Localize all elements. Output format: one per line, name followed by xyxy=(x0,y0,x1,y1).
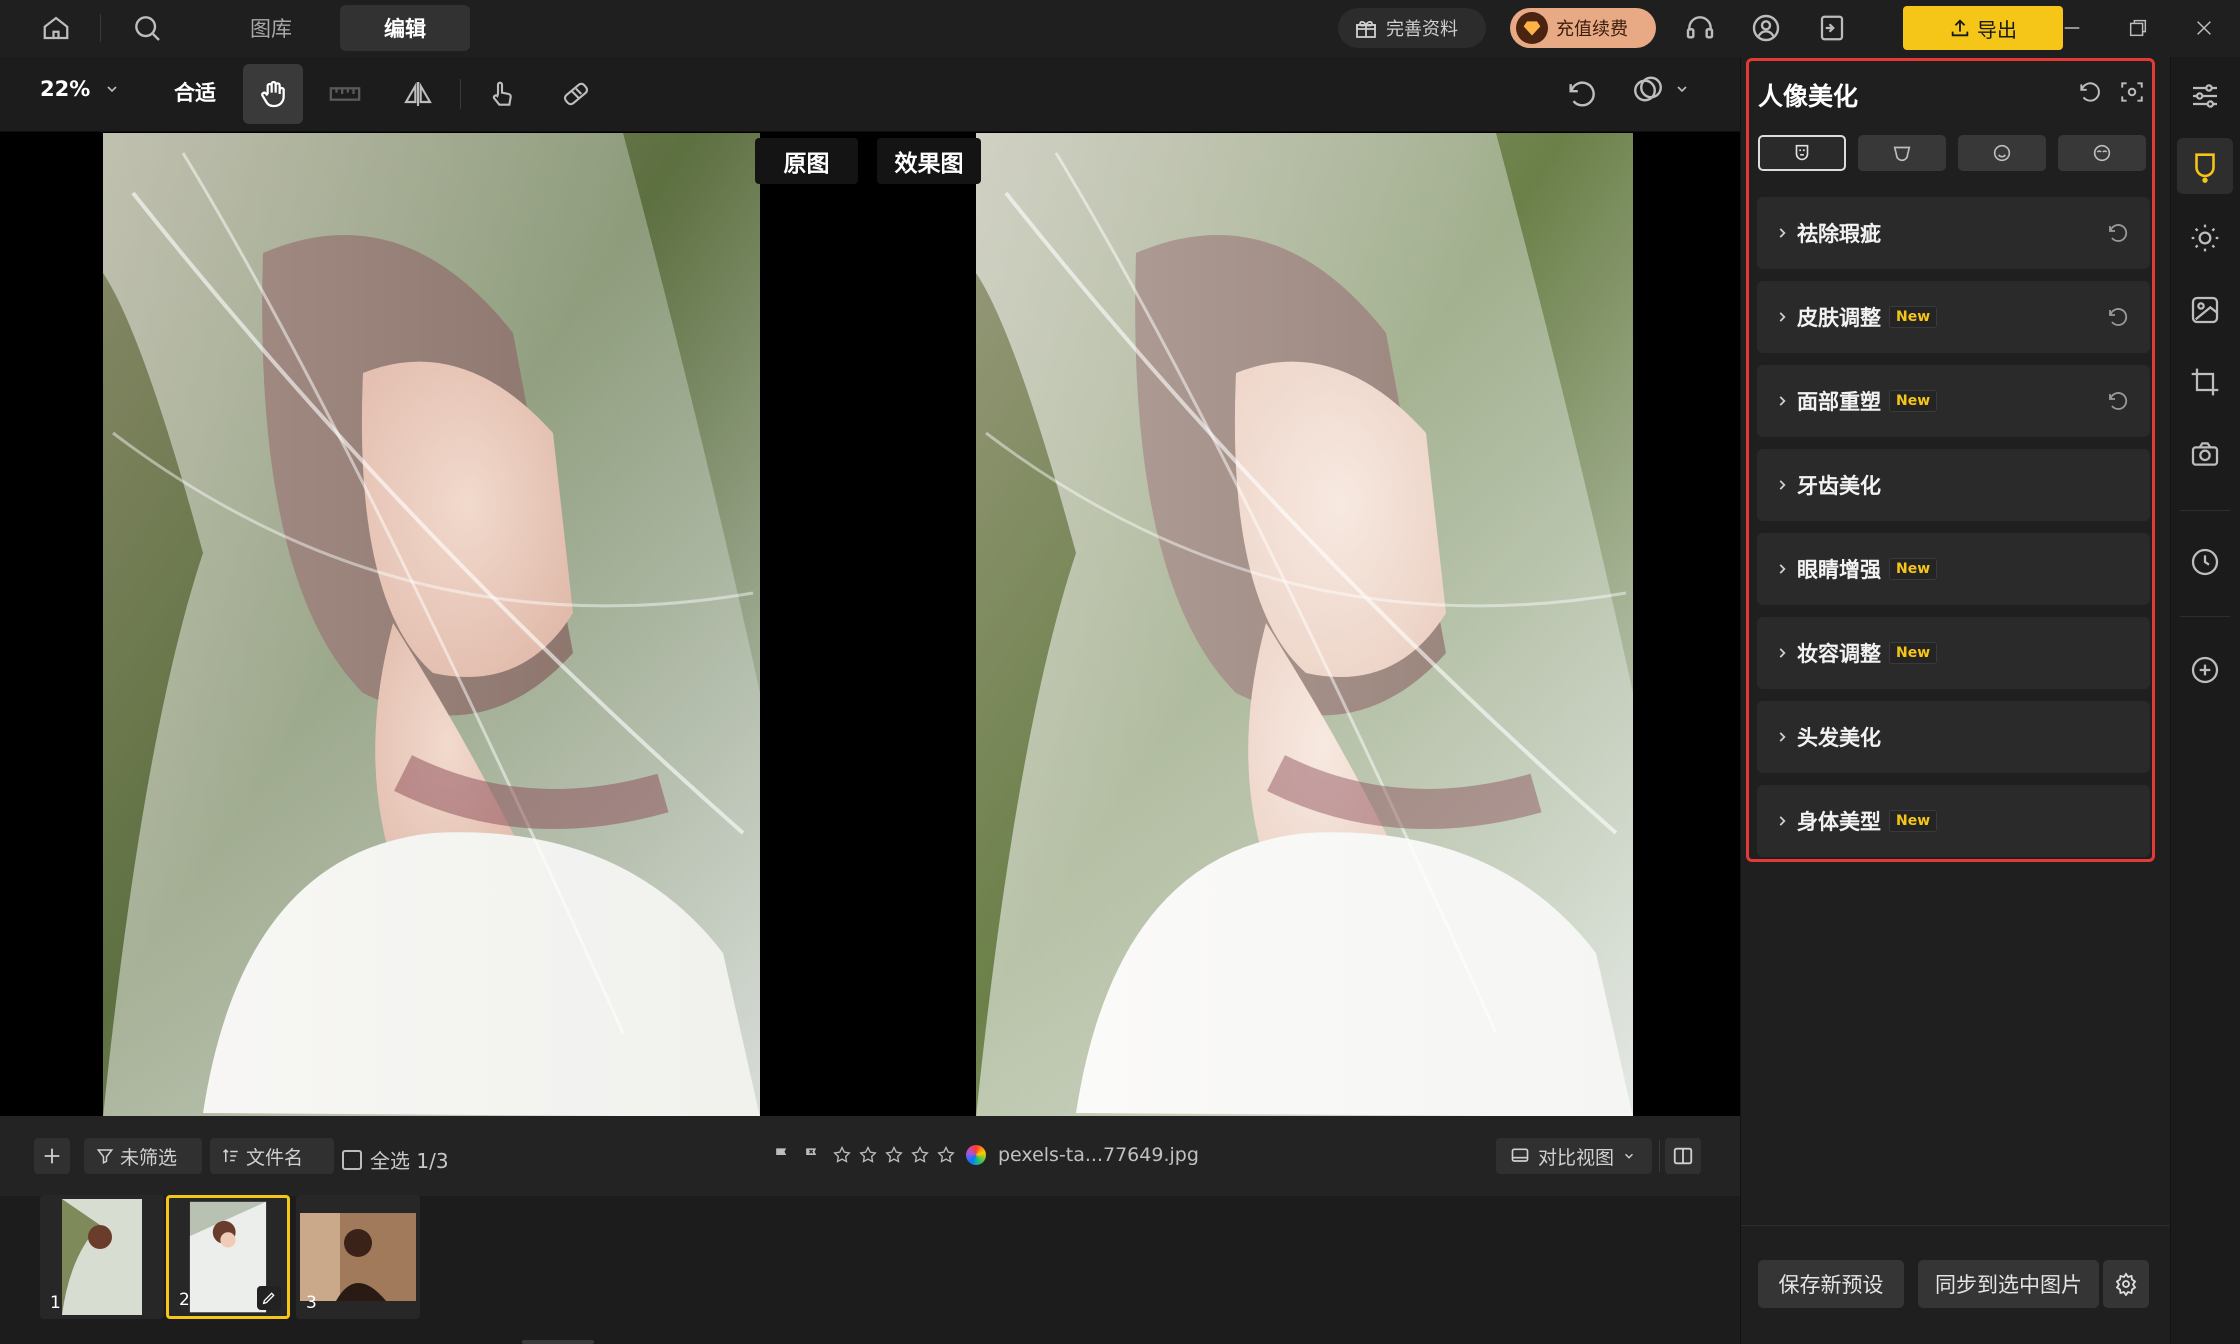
view-mode-dropdown[interactable]: 对比视图 xyxy=(1496,1138,1652,1174)
thumbnail-number: 1 xyxy=(50,1293,61,1313)
gift-icon xyxy=(1354,16,1378,40)
toolbar: 22% 合适 xyxy=(0,57,1740,132)
ruler-icon[interactable] xyxy=(315,64,375,124)
sliders-icon[interactable] xyxy=(2177,68,2233,124)
thumbnail[interactable]: 1 xyxy=(40,1195,164,1319)
add-icon[interactable] xyxy=(34,1138,70,1174)
tab-edit[interactable]: 编辑 xyxy=(340,5,470,51)
upload-icon xyxy=(1949,17,1971,39)
close-icon[interactable] xyxy=(2182,6,2226,50)
settings-gear-icon[interactable] xyxy=(2103,1260,2149,1308)
select-all-label: 全选 1/3 xyxy=(370,1149,449,1173)
divider xyxy=(1741,1225,2171,1226)
user-icon[interactable] xyxy=(1744,6,1788,50)
minimize-icon[interactable] xyxy=(2050,6,2094,50)
thumbnail-number: 3 xyxy=(306,1293,317,1313)
filter-label: 未筛选 xyxy=(120,1146,178,1169)
portrait-beauty-icon[interactable] xyxy=(2177,138,2233,194)
zoom-value: 22% xyxy=(40,77,91,101)
effect-label: 效果图 xyxy=(877,138,981,184)
tab-library[interactable]: 图库 xyxy=(228,0,314,56)
thumbnail-number: 2 xyxy=(179,1290,190,1310)
restore-icon[interactable] xyxy=(2116,6,2160,50)
filename: pexels-ta...77649.jpg xyxy=(998,1144,1199,1166)
sync-selected-button[interactable]: 同步到选中图片 xyxy=(1918,1260,2099,1308)
filter-icon xyxy=(96,1147,114,1165)
star-rating[interactable] xyxy=(832,1145,956,1165)
select-all-checkbox[interactable]: 全选 1/3 xyxy=(342,1145,449,1174)
rating-bar: pexels-ta...77649.jpg xyxy=(772,1144,1199,1166)
eraser-icon[interactable] xyxy=(546,64,606,124)
light-icon[interactable] xyxy=(2177,210,2233,266)
camera-icon[interactable] xyxy=(2177,426,2233,482)
split-view-icon[interactable] xyxy=(1665,1138,1701,1174)
sort-button[interactable]: 文件名 xyxy=(210,1138,334,1174)
export-button[interactable]: 导出 xyxy=(1903,6,2063,50)
recharge-button[interactable]: 充值续费 xyxy=(1510,8,1656,48)
compare-canvas[interactable]: 原图 效果图 xyxy=(0,132,1740,1116)
reject-flag-icon[interactable] xyxy=(802,1145,822,1165)
headset-icon[interactable] xyxy=(1678,6,1722,50)
divider xyxy=(2180,616,2230,617)
star-icon[interactable] xyxy=(936,1145,956,1165)
highlight-box xyxy=(1746,58,2155,862)
crop-icon[interactable] xyxy=(2177,354,2233,410)
complete-profile-button[interactable]: 完善资料 xyxy=(1338,8,1486,48)
star-icon[interactable] xyxy=(832,1145,852,1165)
filter-button[interactable]: 未筛选 xyxy=(84,1138,202,1174)
color-label-icon[interactable] xyxy=(966,1145,986,1165)
top-bar: 图库 编辑 完善资料 充值续费 导出 xyxy=(0,0,2240,57)
edited-badge-icon xyxy=(257,1286,281,1310)
history-icon[interactable] xyxy=(2177,534,2233,590)
hand-tool-icon[interactable] xyxy=(243,64,303,124)
star-icon[interactable] xyxy=(858,1145,878,1165)
logout-icon[interactable] xyxy=(1810,6,1854,50)
image-adjust-icon[interactable] xyxy=(2177,282,2233,338)
chevron-down-icon xyxy=(1622,1149,1636,1163)
view-mode-label: 对比视图 xyxy=(1538,1146,1615,1169)
sort-label: 文件名 xyxy=(246,1146,304,1169)
original-photo xyxy=(103,133,760,1116)
divider xyxy=(100,14,101,42)
export-label: 导出 xyxy=(1977,17,2017,42)
flip-icon[interactable] xyxy=(388,64,448,124)
checkbox-icon xyxy=(342,1149,362,1170)
effect-photo xyxy=(976,133,1633,1116)
fit-button[interactable]: 合适 xyxy=(174,77,216,107)
view-mode-icon xyxy=(1510,1146,1530,1166)
sort-icon xyxy=(222,1147,240,1165)
divider xyxy=(1659,1140,1660,1172)
divider xyxy=(2180,510,2230,511)
complete-profile-label: 完善资料 xyxy=(1386,19,1458,40)
original-label: 原图 xyxy=(755,138,858,184)
thumbnail-selected[interactable]: 2 xyxy=(166,1195,290,1319)
filmstrip-scrollbar[interactable] xyxy=(522,1340,594,1344)
divider xyxy=(460,79,461,109)
overlap-circles-icon xyxy=(1630,71,1666,107)
diamond-icon xyxy=(1516,12,1548,44)
thumbnail[interactable]: 3 xyxy=(296,1195,420,1319)
recharge-label: 充值续费 xyxy=(1556,19,1628,40)
chevron-down-icon xyxy=(1674,81,1690,97)
compare-mode-dropdown[interactable] xyxy=(1630,71,1690,107)
touch-icon[interactable] xyxy=(472,64,532,124)
star-icon[interactable] xyxy=(910,1145,930,1165)
save-preset-button[interactable]: 保存新预设 xyxy=(1758,1260,1904,1308)
zoom-dropdown[interactable]: 22% xyxy=(40,77,120,101)
home-icon[interactable] xyxy=(34,6,78,50)
chevron-down-icon xyxy=(104,81,120,97)
star-icon[interactable] xyxy=(884,1145,904,1165)
flag-icon[interactable] xyxy=(772,1145,792,1165)
search-icon[interactable] xyxy=(125,6,169,50)
add-circle-icon[interactable] xyxy=(2177,642,2233,698)
filmstrip-toolbar: 未筛选 文件名 全选 1/3 pexels-ta...77649.jpg 对比视… xyxy=(0,1116,1740,1196)
undo-icon[interactable] xyxy=(1552,64,1612,124)
